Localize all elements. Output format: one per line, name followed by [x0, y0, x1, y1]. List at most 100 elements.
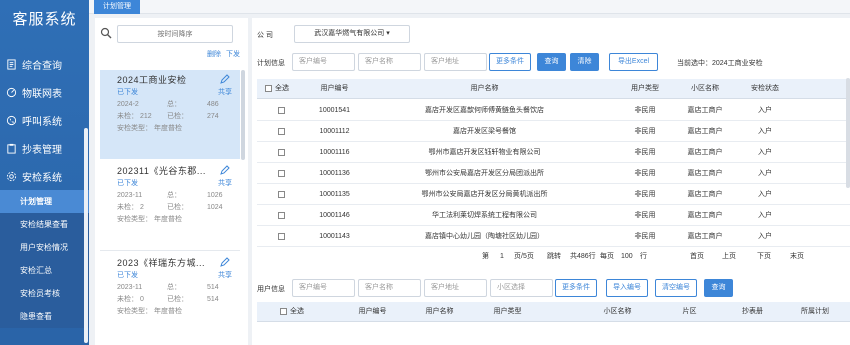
plan-list-scrollbar[interactable] [241, 70, 245, 160]
row-checkbox[interactable] [278, 148, 285, 156]
row-select[interactable] [277, 121, 289, 142]
last-page-link[interactable]: 末页 [790, 247, 804, 267]
table-row[interactable]: 10001135 鄂州市公安局嘉店开发区分局黄机派出所 非民用 嘉店工商户 入户 [257, 184, 850, 205]
col2-plan: 所属计划 [801, 308, 829, 315]
company-label: 公 司 [257, 32, 273, 39]
edit-icon[interactable] [220, 165, 230, 175]
cell-user-type: 非民用 [634, 191, 656, 198]
pager-current-page: 1 [500, 253, 504, 260]
row-checkbox[interactable] [278, 106, 285, 114]
export-excel-button[interactable]: 导出Excel [609, 53, 658, 71]
sidebar-item-label: 抄表管理 [22, 144, 62, 156]
cell-user-name: 鄂州市公安局嘉店开发区分局黄机派出所 [421, 191, 548, 198]
row-checkbox[interactable] [278, 232, 285, 240]
table-row[interactable]: 10001541 嘉店开发区嘉歆何师傅黄鲢鱼头餐饮店 非民用 嘉店工商户 入户 [257, 100, 850, 121]
delete-link[interactable]: 删除 [207, 49, 221, 59]
main-panel: 公 司 武汉嘉华燃气有限公司 ▾ 计划信息 客户编号 客户名称 客户地址 更多条… [252, 18, 850, 345]
subitem-inspector-assess[interactable]: 安检员考核 [0, 282, 89, 305]
area-select[interactable]: 小区选择 [490, 279, 553, 297]
current-selected-text: 当前选中：2024工商业安检 [677, 60, 763, 67]
sidebar-item-label: 物联网表 [22, 88, 62, 100]
row-checkbox[interactable] [278, 211, 285, 219]
sidebar-item-reading[interactable]: 抄表管理 [0, 134, 89, 162]
user-addr-input[interactable]: 客户地址 [424, 53, 487, 71]
pager-jump[interactable]: 跳转 [547, 247, 561, 267]
pager-total-rows: 共486行 [570, 253, 596, 260]
user-name-input-2[interactable]: 客户名称 [358, 279, 421, 297]
query-button-2[interactable]: 查询 [704, 279, 733, 297]
more-conditions-button[interactable]: 更多条件 [489, 53, 531, 71]
plan-card[interactable]: 2024工商业安检 已下发 共享 2024-2 总： 486 未检： 212 已检： 27… [100, 70, 240, 159]
row-select[interactable] [277, 205, 289, 226]
plan-card[interactable]: 202311《光谷东郡... 已下发 共享 2023-11 总： 1026 未检： 2… [100, 161, 240, 246]
table-row[interactable]: 10001112 嘉店开发区梁号餐馆 非民用 嘉店工商户 入户 [257, 121, 850, 142]
cell-user-name: 鄂州市公安局嘉店开发区分局团派出所 [425, 170, 544, 177]
select-all-checkbox-2[interactable] [280, 307, 287, 315]
plan-date: 2023-11 [117, 192, 143, 199]
col2-area-name: 小区名称 [603, 308, 632, 315]
plan-search-input[interactable] [117, 25, 233, 43]
user-addr-input-2[interactable]: 客户地址 [424, 279, 487, 297]
cell-user-type: 非民用 [634, 149, 656, 156]
plan-total-label: 总： [167, 284, 181, 291]
prev-page-link[interactable]: 上页 [722, 247, 736, 267]
subitem-summary[interactable]: 安检汇总 [0, 259, 89, 282]
subitem-plan-manage[interactable]: 计划管理 [0, 190, 89, 213]
import-no-button[interactable]: 导入编号 [606, 279, 648, 297]
sidebar-item-partial[interactable] [0, 40, 89, 50]
subitem-hazard-view[interactable]: 隐患查看 [0, 305, 89, 328]
row-checkbox[interactable] [278, 190, 285, 198]
cell-user-type: 非民用 [634, 233, 656, 240]
doc-icon [6, 58, 17, 70]
row-select[interactable] [277, 100, 289, 121]
sidebar-item-call[interactable]: 呼叫系统 [0, 106, 89, 134]
tab-plan-manage[interactable]: 计划管理 [94, 0, 140, 14]
row-select[interactable] [277, 163, 289, 184]
plan-list-actions: 删除 下发 [207, 49, 240, 59]
query-button[interactable]: 查询 [537, 53, 566, 71]
next-page-link[interactable]: 下页 [757, 247, 771, 267]
first-page-link[interactable]: 首页 [690, 247, 704, 267]
card-divider [100, 250, 240, 251]
sidebar-item-query[interactable]: 综合查询 [0, 50, 89, 78]
company-select[interactable]: 武汉嘉华燃气有限公司 ▾ [294, 25, 410, 43]
select-all-header-2[interactable]: 全选 [280, 302, 330, 322]
cell-user-name: 嘉店开发区嘉歆何师傅黄鲢鱼头餐饮店 [425, 107, 544, 114]
table-row[interactable]: 10001136 鄂州市公安局嘉店开发区分局团派出所 非民用 嘉店工商户 入户 [257, 163, 850, 184]
table-row[interactable]: 10001116 鄂州市嘉店开发区钰轩物业有限公司 非民用 嘉店工商户 入户 [257, 142, 850, 163]
row-checkbox[interactable] [278, 127, 285, 135]
tab-strip: 计划管理 [89, 0, 850, 14]
pager-per-page-value[interactable]: 100 [621, 247, 633, 267]
row-select[interactable] [277, 142, 289, 163]
user-no-input-2[interactable]: 客户编号 [292, 279, 355, 297]
cell-user-name: 华工法利莱切焊系统工程有限公司 [432, 212, 537, 219]
select-all-checkbox[interactable] [265, 84, 272, 92]
cell-area-name: 嘉店工商户 [687, 149, 723, 156]
row-select[interactable] [277, 226, 289, 247]
user-name-input[interactable]: 客户名称 [358, 53, 421, 71]
table-row[interactable]: 10001143 嘉店镇中心幼儿园（陶塘社区幼儿园） 非民用 嘉店工商户 入户 [257, 226, 850, 247]
cell-user-no: 10001143 [319, 233, 350, 240]
plan-card[interactable]: 2023《祥瑞东方城... 已下发 共享 2023-11 总： 514 未检： 0 已检… [100, 253, 240, 338]
subitem-user-status[interactable]: 用户安检情况 [0, 236, 89, 259]
plan-status: 已下发 [117, 180, 138, 187]
issue-link[interactable]: 下发 [226, 49, 240, 59]
more-conditions-button-2[interactable]: 更多条件 [555, 279, 597, 297]
cell-user-no: 10001112 [319, 128, 350, 135]
sidebar-item-iot[interactable]: 物联网表 [0, 78, 89, 106]
plan-unchecked-label: 未检： [117, 204, 138, 211]
row-checkbox[interactable] [278, 169, 285, 177]
edit-icon[interactable] [220, 74, 230, 84]
subitem-result-view[interactable]: 安检结果查看 [0, 213, 89, 236]
clear-button[interactable]: 清除 [570, 53, 599, 71]
sidebar-scrollbar[interactable] [84, 128, 88, 343]
sidebar-item-inspection[interactable]: 安检系统 [0, 162, 89, 190]
row-select[interactable] [277, 184, 289, 205]
table-row[interactable]: 10001146 华工法利莱切焊系统工程有限公司 非民用 嘉店工商户 入户 [257, 205, 850, 226]
edit-icon[interactable] [220, 257, 230, 267]
plan-table-header: 全选 用户编号 用户名称 用户类型 小区名称 安检状态 [257, 79, 850, 99]
clear-no-button[interactable]: 清空编号 [655, 279, 697, 297]
search-icon[interactable] [100, 27, 112, 41]
user-no-input[interactable]: 客户编号 [292, 53, 355, 71]
main-scrollbar[interactable] [846, 78, 850, 188]
